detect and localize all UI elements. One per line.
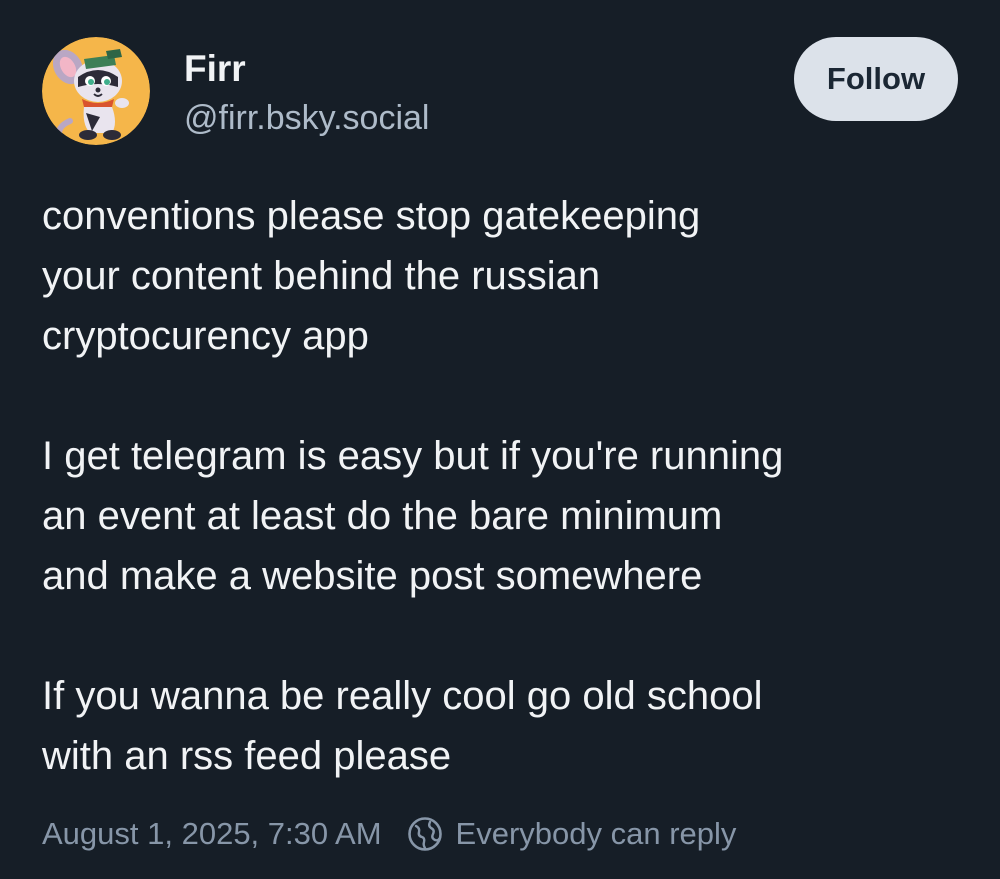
author-avatar[interactable] [42, 37, 150, 145]
author-name[interactable]: Firr [184, 47, 246, 91]
avatar-illustration [42, 37, 150, 145]
reply-setting[interactable]: Everybody can reply [406, 815, 737, 853]
follow-button[interactable]: Follow [794, 37, 958, 121]
post-meta: August 1, 2025, 7:30 AM Everybody can re… [42, 808, 736, 860]
post-paragraph: conventions please stop gatekeeping your… [42, 194, 701, 358]
author-handle[interactable]: @firr.bsky.social [184, 97, 430, 139]
post-paragraph: I get telegram is easy but if you're run… [42, 434, 784, 598]
post-card: Firr @firr.bsky.social Follow convention… [0, 0, 1000, 879]
globe-icon [407, 817, 442, 851]
reply-setting-label: Everybody can reply [455, 816, 737, 851]
post-timestamp[interactable]: August 1, 2025, 7:30 AM [42, 816, 382, 852]
post-paragraph: If you wanna be really cool go old schoo… [42, 674, 763, 778]
post-text: conventions please stop gatekeeping your… [42, 186, 972, 786]
